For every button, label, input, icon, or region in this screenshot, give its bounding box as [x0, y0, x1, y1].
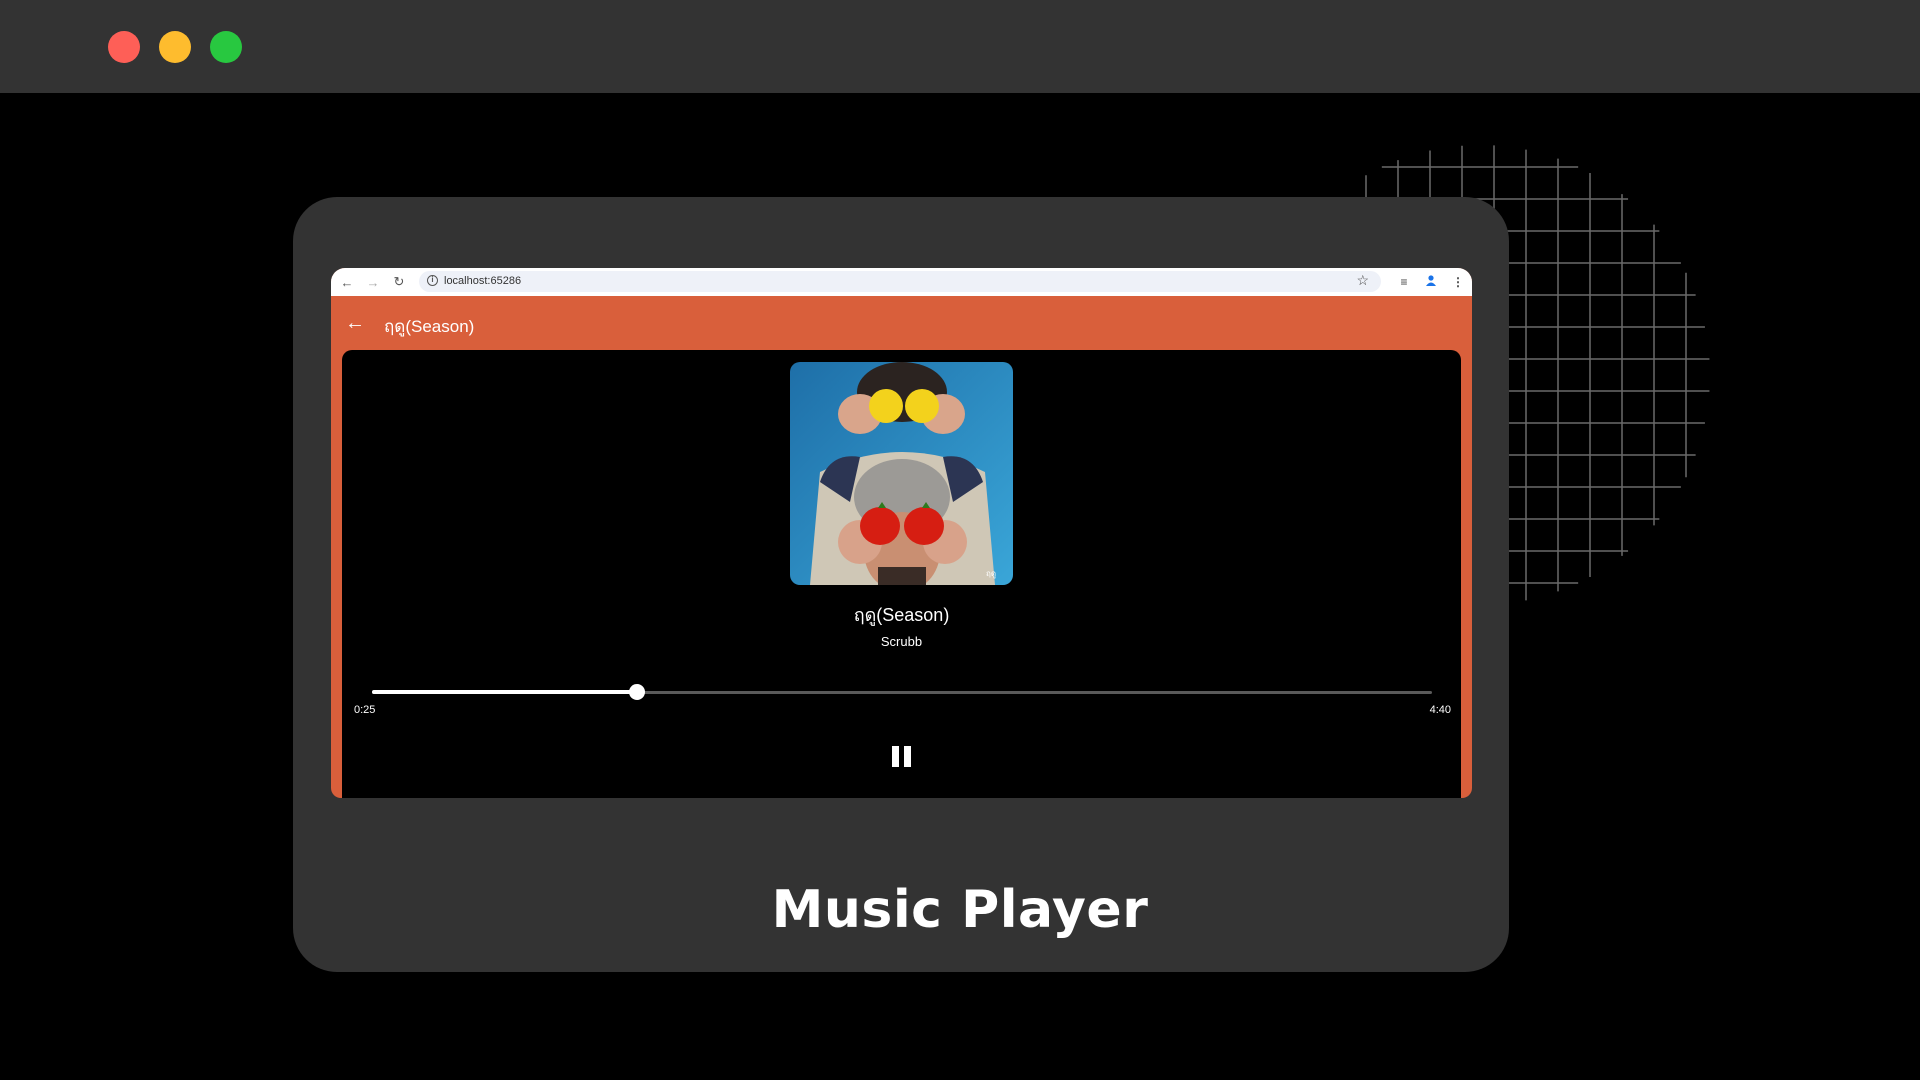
url-text: localhost:65286 — [444, 275, 522, 287]
back-arrow-icon[interactable]: ← — [341, 309, 369, 337]
total-time: 4:40 — [1429, 704, 1451, 716]
pause-button[interactable] — [882, 736, 922, 776]
back-icon[interactable]: ← — [336, 268, 358, 296]
reload-icon[interactable]: ↻ — [388, 268, 410, 296]
browser-toolbar: ← → ↻ i localhost:65286 ☆ ≡ ⋮ — [331, 268, 1472, 296]
song-title: ฤดู(Season) — [853, 605, 950, 625]
more-icon[interactable]: ⋮ — [1448, 272, 1468, 292]
seek-slider[interactable] — [372, 682, 1432, 702]
app-bar-title: ฤดู(Season) — [384, 317, 475, 336]
info-icon[interactable]: i — [427, 275, 438, 286]
browser-window: ← → ↻ i localhost:65286 ☆ ≡ ⋮ ← ฤดู(Seas… — [331, 268, 1472, 798]
close-window-button[interactable] — [108, 31, 140, 63]
seek-thumb[interactable] — [629, 684, 645, 700]
svg-text:ฤดู: ฤดู — [986, 569, 996, 579]
seek-progress-fill — [372, 690, 637, 694]
star-icon[interactable]: ☆ — [1356, 272, 1369, 289]
forward-icon[interactable]: → — [362, 268, 384, 296]
profile-icon[interactable] — [1421, 272, 1441, 292]
album-art: ฤดู — [790, 362, 1013, 585]
player-panel: ฤดู ฤดู(Season) Scrubb 0:25 4:40 — [342, 350, 1461, 798]
media-control-icon[interactable]: ≡ — [1394, 272, 1414, 292]
minimize-window-button[interactable] — [159, 31, 191, 63]
song-artist: Scrubb — [880, 634, 923, 649]
pause-icon — [892, 746, 899, 767]
app-bar: ← ฤดู(Season) — [331, 296, 1472, 350]
maximize-window-button[interactable] — [210, 31, 242, 63]
address-bar[interactable]: i localhost:65286 ☆ — [419, 271, 1381, 292]
window-titlebar — [0, 0, 1920, 93]
caption-title: Music Player — [771, 880, 1149, 940]
current-time: 0:25 — [354, 704, 376, 716]
